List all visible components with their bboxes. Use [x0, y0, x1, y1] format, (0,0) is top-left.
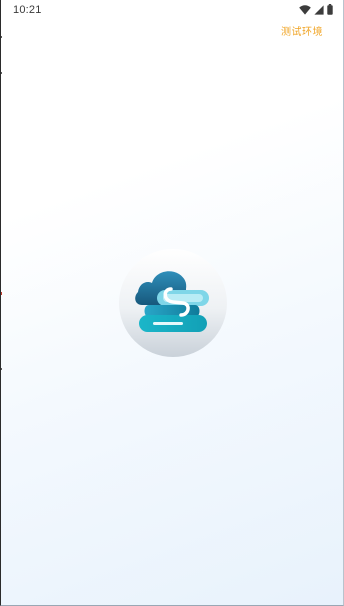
left-edge-marker — [1, 368, 2, 370]
wifi-icon — [299, 4, 311, 15]
status-icons — [299, 4, 333, 15]
status-time: 10:21 — [13, 4, 42, 16]
status-bar: 10:21 — [1, 0, 343, 20]
battery-icon — [327, 4, 333, 15]
left-edge-marker — [1, 292, 2, 295]
cellular-signal-icon — [314, 4, 324, 15]
splash-screen: 10:21 测试环境 — [0, 0, 344, 606]
left-edge-marker — [1, 36, 2, 38]
cloud-link-logo-icon — [119, 249, 227, 357]
left-edge-marker — [1, 72, 2, 74]
app-logo — [119, 249, 227, 357]
environment-label: 测试环境 — [281, 27, 323, 38]
